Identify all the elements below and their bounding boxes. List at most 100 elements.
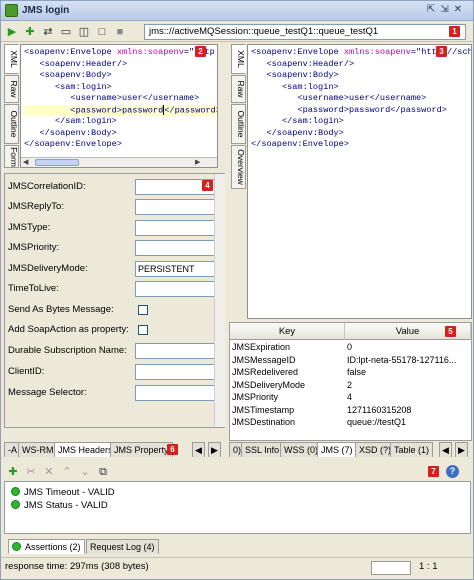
tabs-layout-icon[interactable]: □ [95,25,109,39]
window-title: JMS login [22,5,70,16]
tabs-scroll-left-icon[interactable]: ◀ [192,442,205,457]
form-input[interactable] [135,343,223,359]
scroll-left-icon[interactable]: ◀ [23,158,28,166]
property-value: 1271160315208 [347,404,412,415]
jms-request-icon [5,4,18,17]
status-progress-box [371,561,411,575]
form-vscroll[interactable] [214,174,225,427]
status-valid-icon [11,500,20,509]
tab-jms-property[interactable]: JMS Property [110,442,173,457]
window-controls[interactable]: ⇱⇲✕ [427,4,467,15]
table-row[interactable]: JMSDestination queue://testQ1 [230,416,471,429]
move-up-icon[interactable]: ⌃ [60,465,74,479]
form-label: JMSReplyTo: [8,201,64,212]
status-valid-icon [11,487,20,496]
assertion-label: JMS Status - VALID [24,500,108,511]
request-xml-text[interactable]: <soapenv:Envelope xmlns:soapenv="http://… [21,45,217,151]
tab-xsd[interactable]: XSD (?) [355,442,396,457]
property-value: 2 [347,379,353,390]
form-label: Durable Subscription Name: [8,345,127,356]
xml-line: <sam:login> [251,81,339,92]
resp-tabs-scroll-right-icon[interactable]: ▶ [455,442,468,457]
tabs-scroll-right-icon[interactable]: ▶ [208,442,221,457]
resp-tabs-scroll-left-icon[interactable]: ◀ [439,442,452,457]
tab-jms-headers[interactable]: JMS Headers [54,442,117,457]
tab-wss[interactable]: WSS (0) [280,442,323,457]
xml-line: <username>user</username> [251,93,427,103]
badge-7: 7 [428,466,439,477]
delivery-mode-select[interactable]: PERSISTENT▾ [135,261,223,277]
configure-assertion-icon[interactable]: ✂ [24,465,38,479]
tab-ssl-info[interactable]: SSL Info [241,442,284,457]
xml-line: <soapenv:Body> [251,70,339,80]
response-time-text: response time: 297ms (308 bytes) [5,561,149,572]
form-input[interactable] [135,220,223,236]
bottom-tab-strip: Assertions (2) Request Log (4) [4,539,471,554]
property-value: ID:lpt-neta-55178-127116... [347,354,457,365]
form-checkbox[interactable] [138,325,148,335]
move-down-icon[interactable]: ⌄ [78,465,92,479]
response-xml-text: <soapenv:Envelope xmlns:soapenv="http://… [248,45,471,151]
add-assertion-toolbar-icon[interactable]: ✚ [6,465,20,479]
assertions-list: JMS Timeout - VALID JMS Status - VALID [4,481,471,534]
assertion-item[interactable]: JMS Timeout - VALID [11,486,115,499]
title-bar: JMS login ⇱⇲✕ [1,1,473,21]
form-label: Message Selector: [8,387,87,398]
tab-table[interactable]: Table (1) [390,442,434,457]
form-input[interactable] [135,240,223,256]
table-row[interactable]: JMSRedelivered false [230,366,471,379]
xml-line: <password>password</password> [24,104,218,116]
form-label: ClientID: [8,366,45,377]
split-vertical-icon[interactable]: ◫ [77,25,91,39]
badge-6: 6 [167,444,178,455]
split-horizontal-icon[interactable]: ▭ [59,25,73,39]
assertions-toolbar: ✚ ✂ ✕ ⌃ ⌄ ⧉ 7 ? [4,462,471,480]
tab-response-overview[interactable]: Overview [231,145,246,189]
cancel-request-icon[interactable]: ■ [113,25,127,39]
form-input[interactable] [135,364,223,380]
tab-ws-rm[interactable]: WS-RM [18,442,58,457]
cursor-position: 1 : 1 [419,561,438,572]
response-xml-editor[interactable]: <soapenv:Envelope xmlns:soapenv="http://… [247,44,472,319]
form-input[interactable] [135,281,223,297]
property-key: JMSTimestamp [232,404,295,415]
badge-5: 5 [445,326,456,337]
property-key: JMSDestination [232,417,296,427]
tab-jms[interactable]: JMS (7) [317,442,357,457]
status-valid-icon [12,542,21,551]
assertion-item[interactable]: JMS Status - VALID [11,499,108,512]
table-row[interactable]: JMSMessageID ID:lpt-neta-55178-127116... [230,354,471,367]
property-key: JMSExpiration [232,342,291,352]
table-row[interactable]: JMSTimestamp 1271160315208 [230,404,471,417]
column-header-key[interactable]: Key [230,323,345,340]
tab-request-log[interactable]: Request Log (4) [86,539,159,554]
xml-line: </sam:login> [251,116,344,126]
table-row[interactable]: JMSPriority 4 [230,391,471,404]
request-xml-editor[interactable]: <soapenv:Envelope xmlns:soapenv="http://… [20,44,218,168]
table-row[interactable]: JMSDeliveryMode 2 [230,379,471,392]
badge-1: 1 [449,26,460,37]
response-editor-tabs: XML Raw Outline Overview [231,44,247,189]
property-key: JMSDeliveryMode [232,379,306,390]
help-icon[interactable]: ? [446,465,459,478]
scroll-right-icon[interactable]: ▶ [195,158,200,166]
form-input[interactable] [135,385,223,401]
form-label: JMSType: [8,222,51,233]
tab-request-form[interactable]: Form [4,145,19,168]
form-label: Send As Bytes Message: [8,304,114,315]
add-assertion-icon[interactable]: ✚ [23,25,37,39]
soapui-window: JMS login ⇱⇲✕ ▶ ✚ ⇄ ▭ ◫ □ ■ jms:://activ… [0,0,474,580]
copy-assertion-icon[interactable]: ⧉ [96,465,110,479]
remove-assertion-icon[interactable]: ✕ [42,465,56,479]
table-row[interactable]: JMSExpiration 0 [230,341,471,354]
xml-line: <password>password</password> [251,104,447,115]
scroll-thumb[interactable] [35,159,79,166]
clone-request-icon[interactable]: ⇄ [41,25,55,39]
xml-line: <sam:login> [24,81,112,92]
form-input[interactable] [135,199,223,215]
form-checkbox[interactable] [138,305,148,315]
tab-assertions[interactable]: Assertions (2) [8,539,85,554]
endpoint-field[interactable]: jms:://activeMQSession::queue_testQ1::qu… [144,24,466,40]
request-hscroll[interactable]: ◀ ▶ [21,157,217,167]
jms-headers-form: JMSCorrelationID: JMSReplyTo: JMSType: JMSP… [4,173,225,428]
